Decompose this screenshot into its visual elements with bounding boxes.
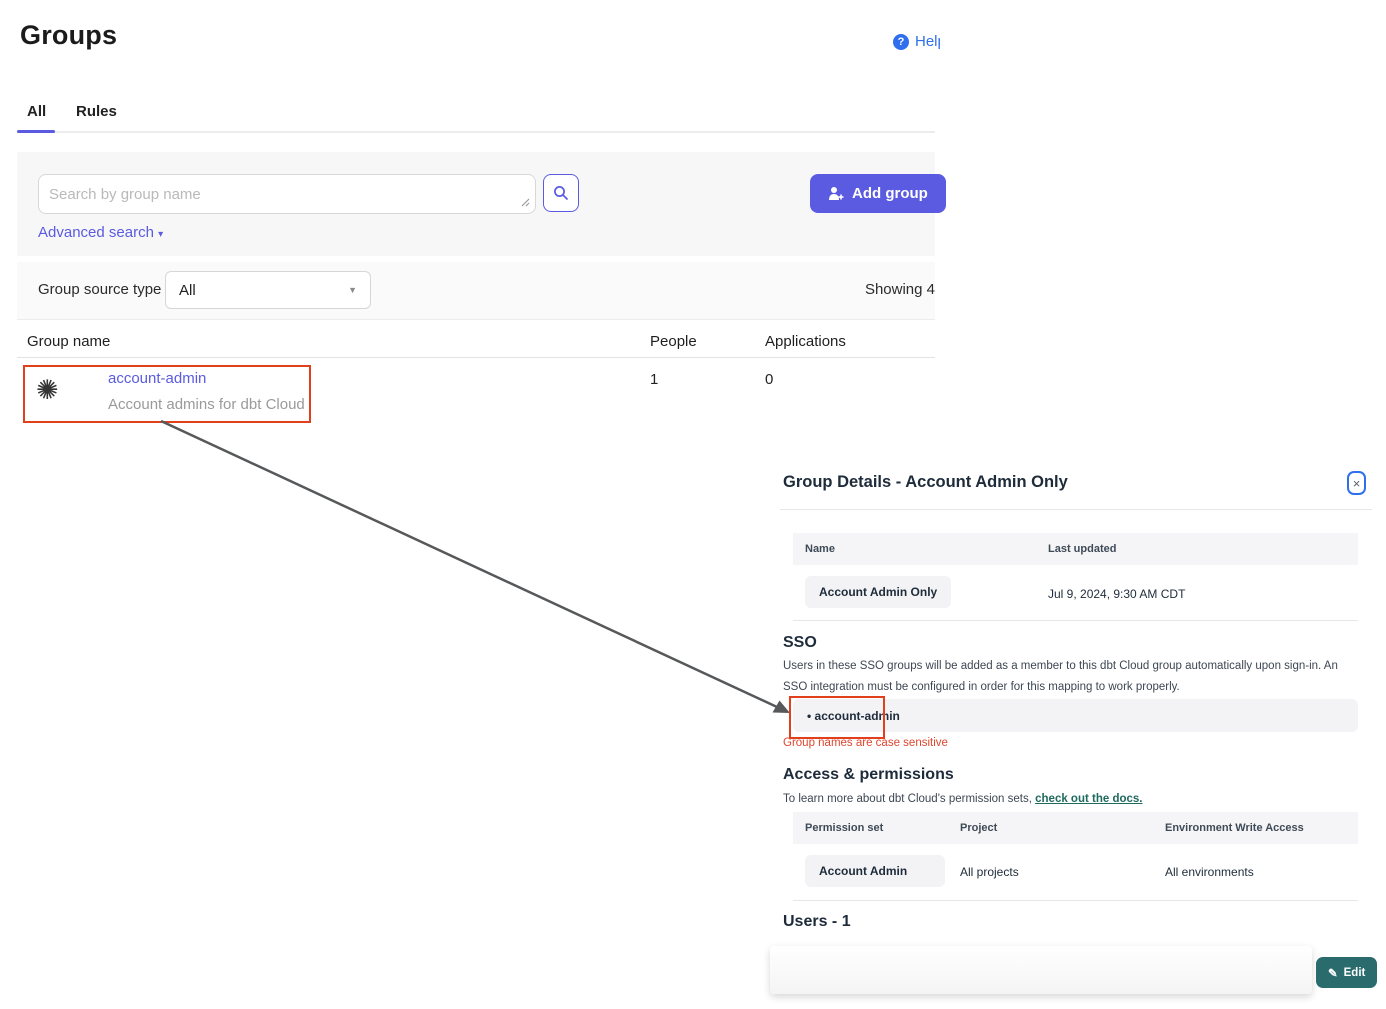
column-header-group-name: Group name <box>27 333 110 350</box>
pencil-icon: ✎ <box>1328 966 1338 980</box>
showing-count: Showing 4 <box>790 281 935 298</box>
permission-set-header: Permission set <box>805 822 883 834</box>
search-button[interactable] <box>543 174 579 212</box>
edit-label: Edit <box>1344 967 1366 979</box>
tab-all[interactable]: All <box>27 103 46 120</box>
help-label: Help <box>915 33 940 50</box>
resize-grip-icon[interactable] <box>519 196 530 207</box>
edit-button[interactable]: ✎ Edit <box>1316 957 1377 988</box>
column-header-applications: Applications <box>765 333 846 350</box>
group-source-type-label: Group source type <box>38 281 161 298</box>
tab-track <box>17 131 935 133</box>
group-name-chip: Account Admin Only <box>805 576 951 608</box>
advanced-search-link[interactable]: Advanced search ▾ <box>38 224 163 241</box>
add-user-icon <box>828 186 844 201</box>
search-box <box>38 174 536 214</box>
sso-description: Users in these SSO groups will be added … <box>783 656 1361 697</box>
annotation-box-group-row <box>23 365 311 423</box>
environment-value: All environments <box>1165 865 1254 879</box>
advanced-search-label: Advanced search <box>38 224 154 241</box>
permissions-note: To learn more about dbt Cloud's permissi… <box>783 789 1361 810</box>
panel-footer-bar <box>770 946 1312 994</box>
panel-header-divider <box>780 509 1372 510</box>
select-value: All <box>179 282 196 299</box>
permissions-table-divider <box>793 900 1358 901</box>
panel-title: Group Details - Account Admin Only <box>783 473 1068 492</box>
annotation-box-sso-group <box>789 696 885 739</box>
last-updated-header: Last updated <box>1048 543 1116 555</box>
project-value: All projects <box>960 865 1019 879</box>
name-header: Name <box>805 543 835 555</box>
name-table-divider <box>793 620 1358 621</box>
page-title: Groups <box>20 20 117 51</box>
caret-down-icon: ▾ <box>158 229 163 240</box>
applications-count: 0 <box>765 371 773 388</box>
close-icon: × <box>1353 476 1361 491</box>
sso-heading: SSO <box>783 634 817 652</box>
docs-link[interactable]: check out the docs. <box>1035 793 1142 805</box>
users-heading: Users - 1 <box>783 913 851 931</box>
name-table-header: Name Last updated <box>793 533 1358 565</box>
case-sensitive-warning: Group names are case sensitive <box>783 737 948 749</box>
help-icon: ? <box>893 34 909 50</box>
column-header-people: People <box>650 333 697 350</box>
environment-header: Environment Write Access <box>1165 822 1304 834</box>
permissions-note-text: To learn more about dbt Cloud's permissi… <box>783 793 1035 805</box>
add-group-label: Add group <box>852 185 928 202</box>
table-header-divider <box>17 357 935 358</box>
search-icon <box>553 185 569 201</box>
tab-rules[interactable]: Rules <box>76 103 117 120</box>
people-count: 1 <box>650 371 658 388</box>
help-link[interactable]: ? Help <box>893 33 940 50</box>
access-permissions-heading: Access & permissions <box>783 766 954 784</box>
last-updated-value: Jul 9, 2024, 9:30 AM CDT <box>1048 587 1185 601</box>
permissions-table-header: Permission set Project Environment Write… <box>793 812 1358 844</box>
select-caret-icon: ▼ <box>348 285 357 295</box>
project-header: Project <box>960 822 997 834</box>
close-button[interactable]: × <box>1347 471 1366 495</box>
tab-active-indicator <box>17 130 55 133</box>
permission-set-chip: Account Admin <box>805 855 945 887</box>
group-source-type-select[interactable]: All ▼ <box>165 271 371 309</box>
add-group-button[interactable]: Add group <box>810 174 946 213</box>
search-input[interactable] <box>39 186 519 203</box>
